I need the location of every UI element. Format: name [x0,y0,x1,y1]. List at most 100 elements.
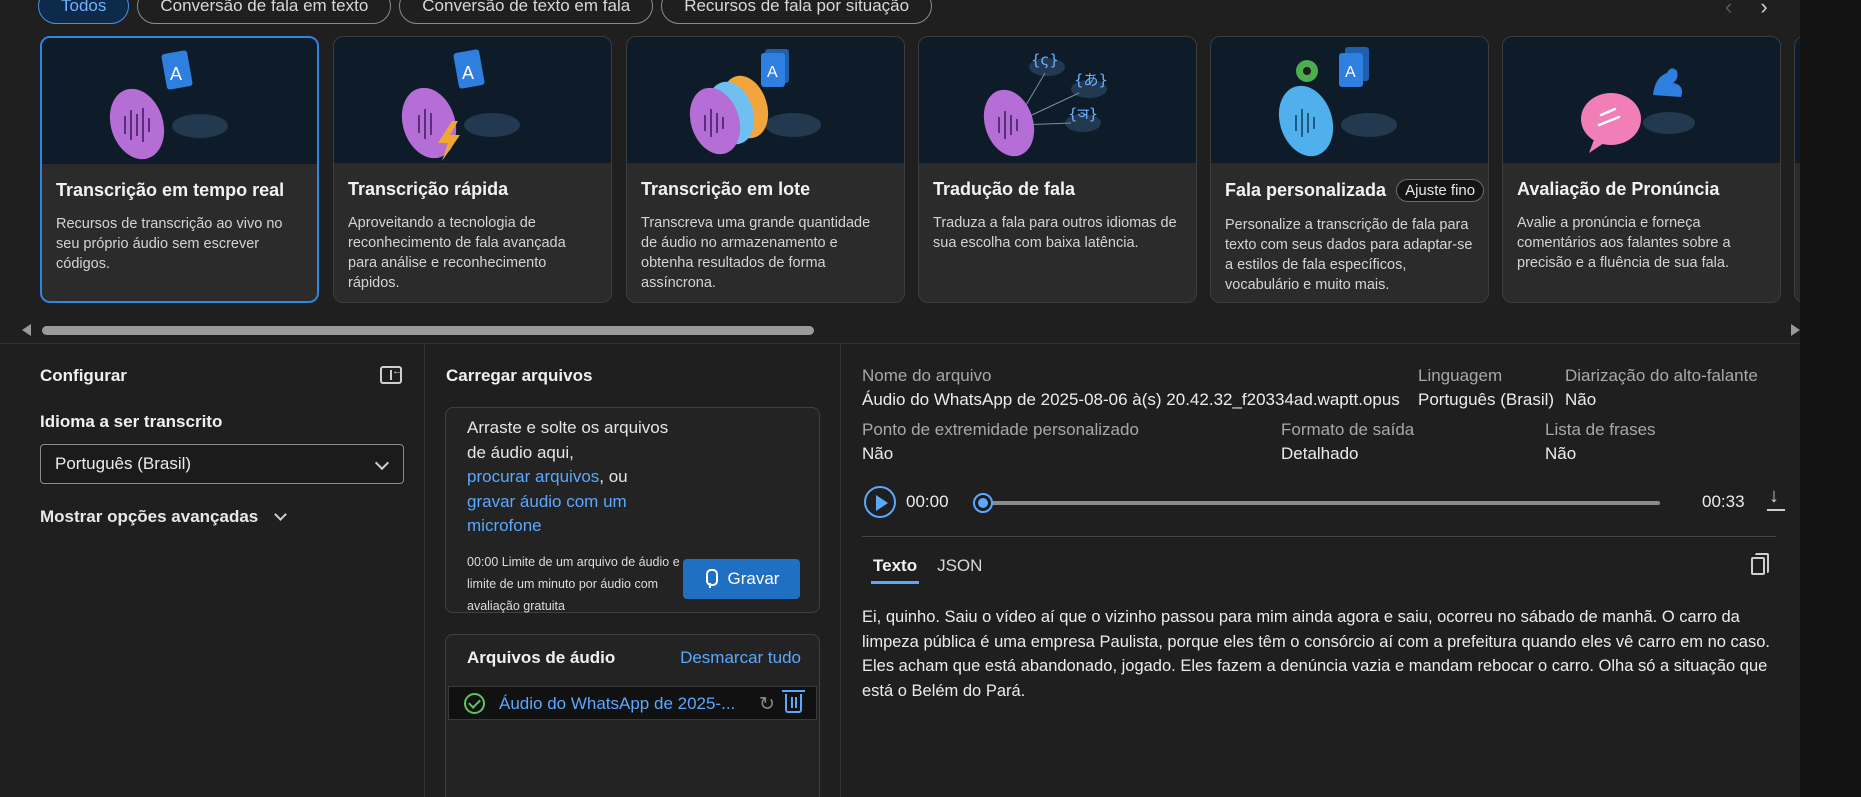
card-fast-transcription[interactable]: A Transcrição rápida Aproveitando a tecn… [333,36,612,303]
letter-a-glyph: A [1345,64,1356,81]
scroll-right-arrow-icon[interactable] [1791,324,1800,336]
microphone-icon [704,569,718,589]
card-pronunciation-assessment[interactable]: Avaliação de Pronúncia Avalie a pronúnci… [1502,36,1781,303]
file-dropzone[interactable]: Arraste e solte os arquivos de áudio aqu… [445,407,820,613]
card-illustration: A [627,37,904,163]
record-audio-link[interactable]: gravar áudio com um microfone [467,492,627,536]
filter-chip-speech-to-text[interactable]: Conversão de fala em texto [137,0,392,24]
card-realtime-transcription[interactable]: A Transcrição em tempo real Recursos de … [40,36,319,303]
advanced-options-toggle[interactable]: Mostrar opções avançadas [40,507,288,527]
card-illustration: A [1211,37,1488,163]
card-illustration: A [334,37,611,163]
card-speech-translation[interactable]: {ς} {あ} {ञ} Tradução de fala Traduza a f… [918,36,1197,303]
card-description: Transcreva uma grande quantidade de áudi… [641,215,871,291]
results-panel: Nome do arquivo Áudio do WhatsApp de 202… [841,344,1800,797]
language-field-label: Linguagem [1418,366,1503,385]
card-custom-speech[interactable]: A Fala personalizada Ajuste fino Persona… [1210,36,1489,303]
card-illustration: {ς} {あ} {ञ} [919,37,1196,163]
card-title: Transcrição rápida [348,179,509,199]
card-description: Aproveitando a tecnologia de reconhecime… [348,215,566,291]
file-name-value: Áudio do WhatsApp de 2025-08-06 à(s) 20.… [862,390,1400,409]
letter-a-glyph: A [767,64,778,81]
seek-track[interactable] [980,501,1660,505]
language-label: Idioma a ser transcrito [40,412,223,431]
scenario-cards: A Transcrição em tempo real Recursos de … [40,36,1800,304]
collapse-panel-icon[interactable] [380,365,403,384]
scroll-left-arrow-icon[interactable] [22,324,31,336]
filter-chip-scenarios[interactable]: Recursos de fala por situação [661,0,933,24]
tab-json[interactable]: JSON [937,556,982,584]
right-edge-strip [1800,0,1861,797]
batch-transcription-illustration: A [689,49,821,155]
card-description: Recursos de transcrição ao vivo no seu p… [56,216,283,272]
redo-icon[interactable]: ↻ [759,693,775,716]
diarization-label: Diarização do alto-falante [1565,366,1758,385]
scenario-gallery: Todos Conversão de fala em texto Convers… [0,0,1800,343]
card-title: Transcrição em lote [641,179,811,199]
language-glyph-1: {ς} [1031,51,1059,69]
upload-limit-note: 00:00 Limite de um arquivo de áudio e li… [467,555,680,613]
filter-chips: Todos Conversão de fala em texto Convers… [38,0,933,24]
diarization-field: Diarização do alto-falante Não [1565,366,1758,410]
chevron-right-icon[interactable]: › [1760,0,1767,20]
fast-transcription-illustration: A [401,49,520,161]
result-tabs: Texto JSON [871,556,982,584]
card-title-text: Fala personalizada [1225,180,1387,200]
file-name-label: Nome do arquivo [862,366,992,385]
diarization-value: Não [1565,390,1597,409]
card-title: Fala personalizada Ajuste fino [1225,179,1485,202]
language-glyph-3: {ञ} [1068,105,1098,123]
divider [862,536,1776,537]
endpoint-field: Ponto de extremidade personalizado Não [862,420,1139,464]
download-icon[interactable] [1767,485,1785,511]
pronunciation-assessment-illustration [1581,68,1695,153]
filter-chip-all[interactable]: Todos [38,0,130,24]
dropzone-text: Arraste e solte os arquivos de áudio aqu… [467,418,669,462]
card-description: Personalize a transcrição de fala para t… [1225,217,1473,293]
letter-a-glyph: A [170,64,182,84]
phrase-list-label: Lista de frases [1545,420,1656,439]
tab-text[interactable]: Texto [871,556,920,584]
language-select-value: Português (Brasil) [55,454,192,473]
copy-icon[interactable] [1751,553,1769,575]
chevron-down-icon [374,455,390,471]
phrase-list-value: Não [1545,444,1577,463]
letter-a-glyph: A [462,63,474,83]
phrase-list-field: Lista de frases Não [1545,420,1656,464]
duration: 00:33 [1702,492,1745,511]
horizontal-scrollbar[interactable] [22,322,1800,338]
language-glyph-2: {あ} [1074,71,1108,89]
workspace: Configurar Idioma a ser transcrito Portu… [0,343,1800,797]
chevron-left-icon[interactable]: ‹ [1725,0,1732,20]
file-name-link[interactable]: Áudio do WhatsApp de 2025-... [499,694,749,714]
seek-handle[interactable] [973,493,993,513]
list-item[interactable]: Áudio do WhatsApp de 2025-... ↻ [448,686,817,720]
language-field-value: Português (Brasil) [1418,390,1555,409]
card-title: Avaliação de Pronúncia [1517,179,1720,199]
browse-files-link[interactable]: procurar arquivos [467,467,599,486]
endpoint-value: Não [862,444,894,463]
transcript-text: Ei, quinho. Saiu o vídeo aí que o vizinh… [862,608,1770,700]
trash-icon[interactable] [782,690,805,713]
upload-title: Carregar arquivos [446,366,593,385]
language-select[interactable]: Português (Brasil) [40,444,404,484]
audio-files-title: Arquivos de áudio [467,648,616,667]
filter-chip-text-to-speech[interactable]: Conversão de texto em fala [399,0,654,24]
endpoint-label: Ponto de extremidade personalizado [862,420,1139,439]
record-button[interactable]: Gravar [683,559,800,599]
scrollbar-thumb[interactable] [42,326,814,335]
check-circle-icon [464,693,485,714]
language-field: Linguagem Português (Brasil) [1418,366,1554,410]
file-name-field: Nome do arquivo Áudio do WhatsApp de 202… [862,366,1400,410]
fine-tune-badge: Ajuste fino [1396,179,1485,202]
card-description: Traduza a fala para outros idiomas de su… [933,215,1177,251]
output-format-value: Detalhado [1281,444,1359,463]
card-title: Tradução de fala [933,179,1076,199]
advanced-options-label: Mostrar opções avançadas [40,507,259,526]
card-illustration: A [42,38,317,164]
play-icon[interactable] [864,486,896,518]
configure-panel: Configurar Idioma a ser transcrito Portu… [0,344,425,797]
configure-title: Configurar [40,366,127,385]
card-batch-transcription[interactable]: A Transcrição em lote Transcreva uma gra… [626,36,905,303]
deselect-all-link[interactable]: Desmarcar tudo [680,648,801,668]
